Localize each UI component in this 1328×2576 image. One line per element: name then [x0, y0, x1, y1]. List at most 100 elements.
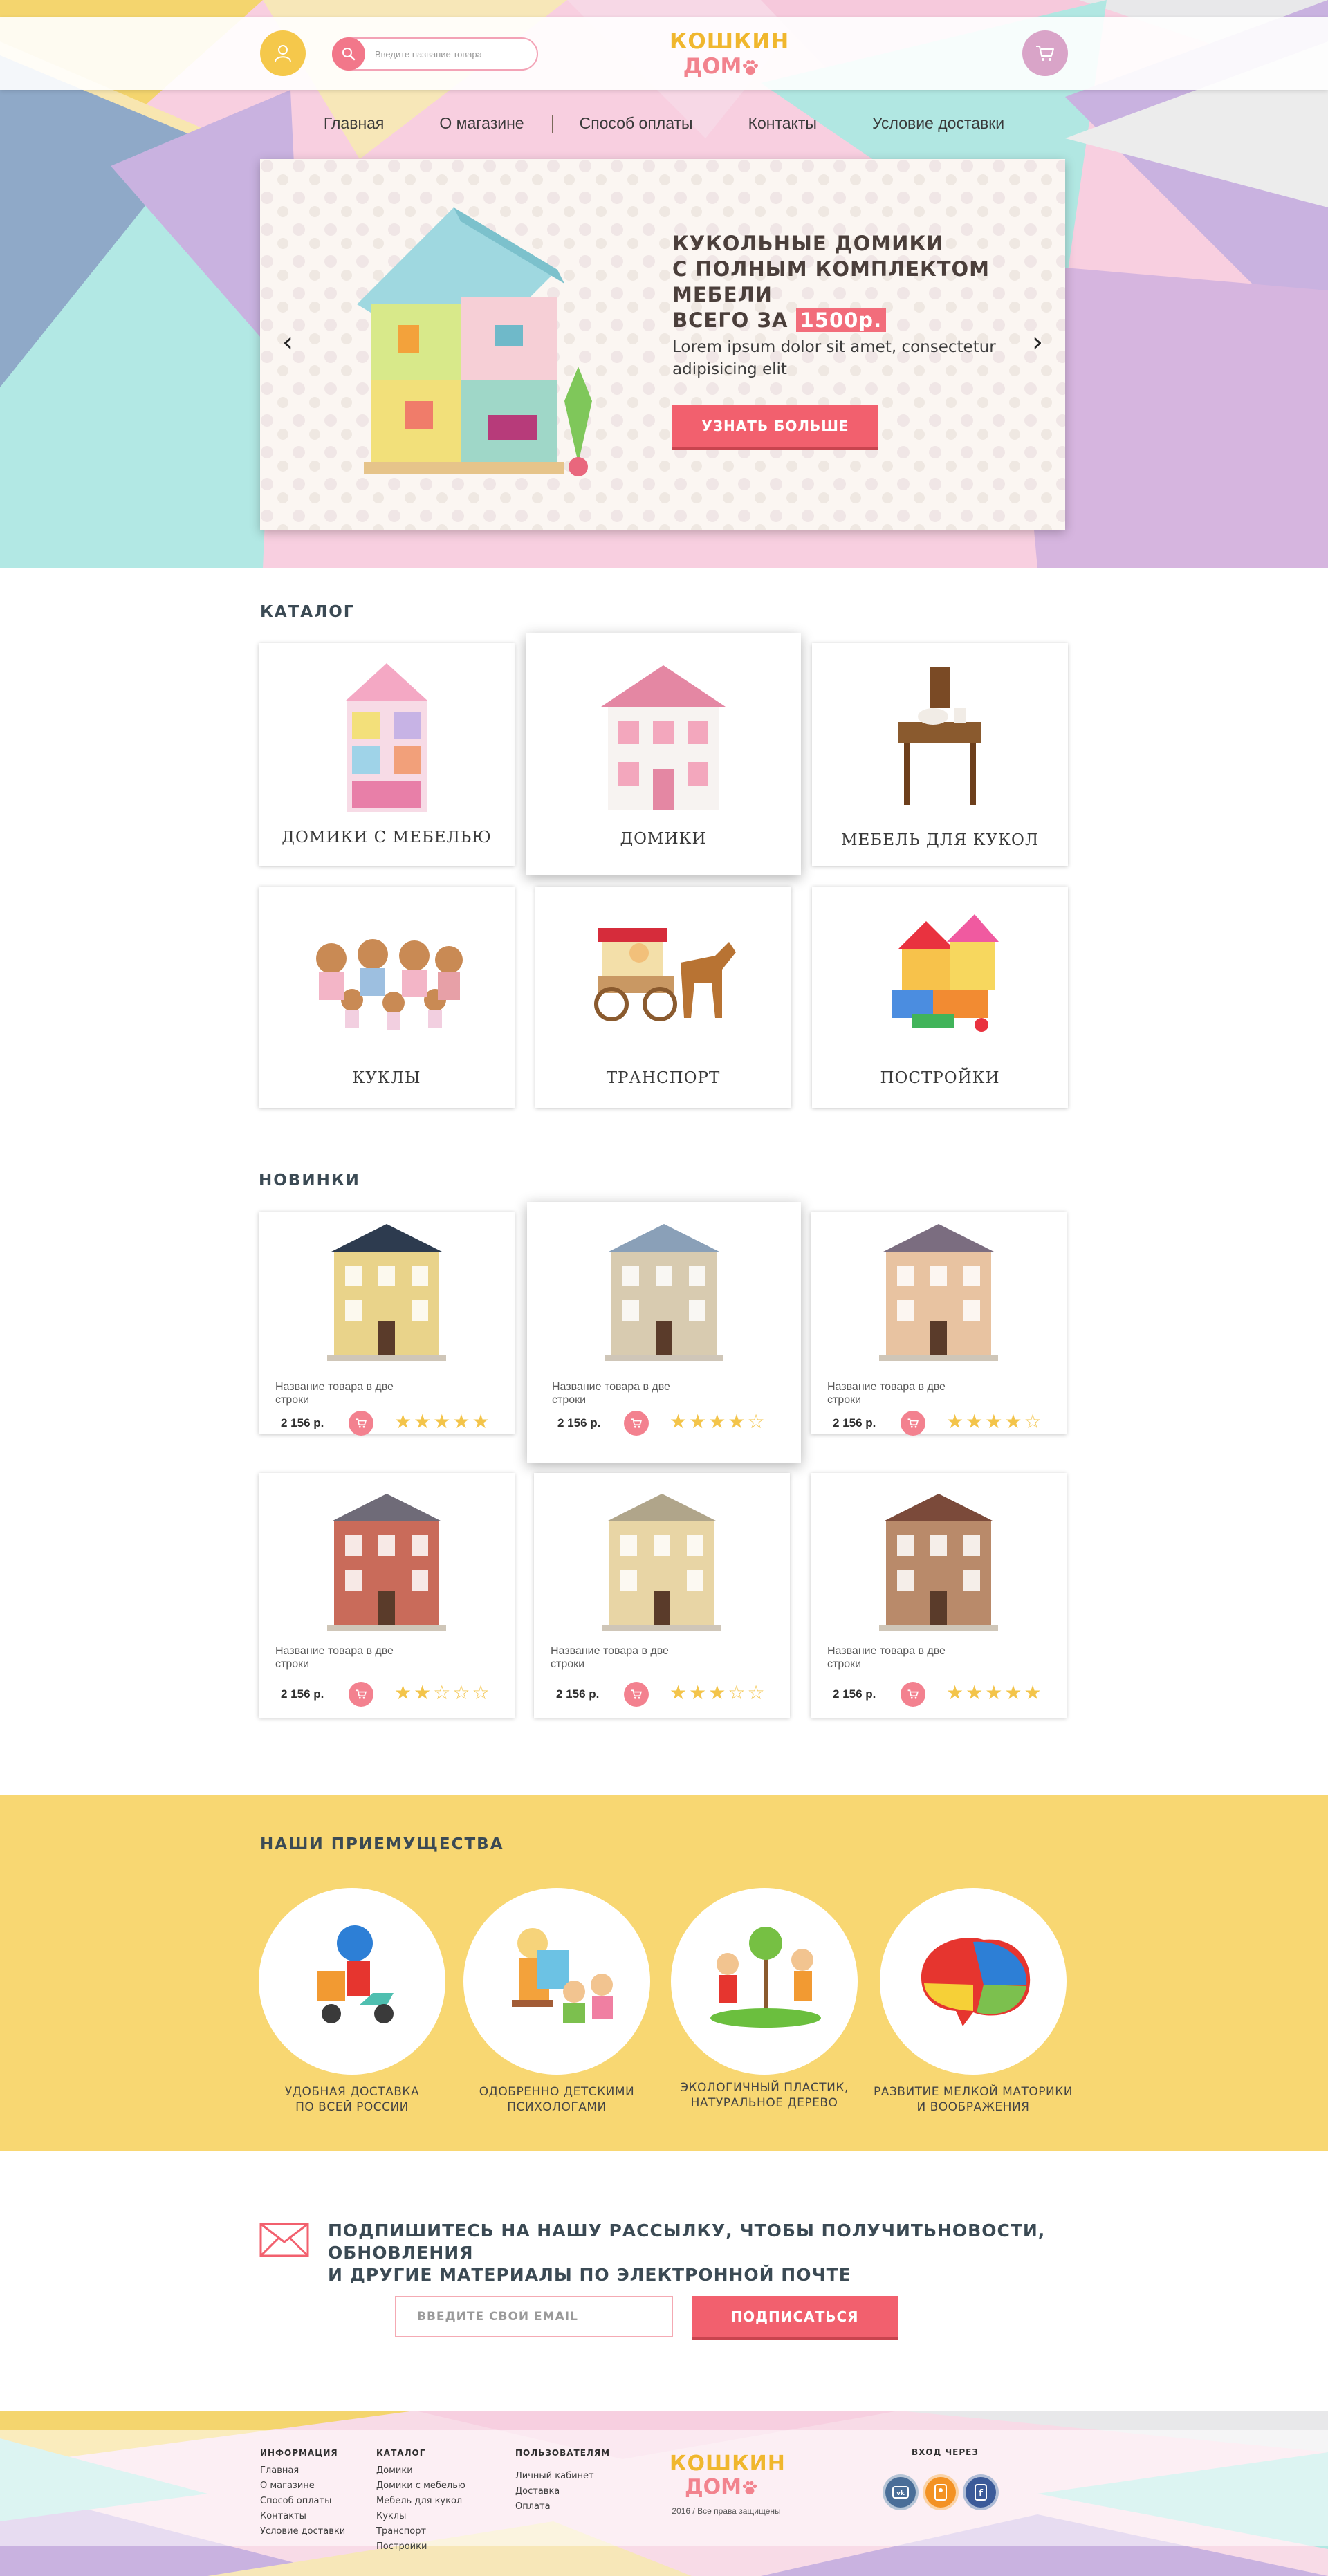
nav-contacts[interactable]: Контакты: [720, 114, 845, 133]
add-to-cart-button[interactable]: [349, 1682, 374, 1707]
cart-button[interactable]: [1022, 30, 1068, 76]
nav-delivery[interactable]: Условие доставки: [844, 114, 1032, 133]
star-filled-icon[interactable]: ★: [708, 1412, 726, 1431]
site-logo[interactable]: КОШКИН ДОМ: [670, 29, 790, 82]
catalog-card-houses[interactable]: ДОМИКИ: [526, 633, 801, 875]
star-filled-icon[interactable]: ★: [985, 1683, 1002, 1703]
nav-about[interactable]: О магазине: [412, 114, 551, 133]
product-name[interactable]: Название товара в две строки: [827, 1380, 966, 1407]
star-empty-icon[interactable]: ☆: [747, 1683, 764, 1703]
star-filled-icon[interactable]: ★: [708, 1683, 726, 1703]
footer-link[interactable]: О магазине: [260, 2478, 345, 2494]
star-filled-icon[interactable]: ★: [433, 1412, 450, 1431]
vk-login-button[interactable]: vk: [883, 2474, 919, 2510]
product-price: 2 156 р.: [833, 1416, 876, 1429]
footer-link[interactable]: Мебель для кукол: [376, 2494, 465, 2509]
adv-label: ОДОБРЕННО ДЕТСКИМИ ПСИХОЛОГАМИ: [453, 2084, 661, 2115]
product-name[interactable]: Название товара в две строки: [275, 1380, 414, 1407]
add-to-cart-button[interactable]: [624, 1411, 649, 1436]
product-card[interactable]: Название товара в две строки 2 156 р. ★ ★ ★ ★…: [811, 1473, 1067, 1718]
footer-link[interactable]: Главная: [260, 2463, 345, 2478]
learn-more-button[interactable]: УЗНАТЬ БОЛЬШЕ: [672, 405, 878, 447]
logo-line1: КОШКИН: [670, 29, 790, 54]
footer-link[interactable]: Постройки: [376, 2539, 465, 2555]
product-name[interactable]: Название товара в две строки: [551, 1644, 689, 1671]
star-filled-icon[interactable]: ★: [985, 1412, 1002, 1431]
search-button[interactable]: [332, 37, 365, 71]
ok-login-button[interactable]: [923, 2474, 959, 2510]
product-card[interactable]: Название товара в две строки 2 156 р. ★ ★ ★ ☆…: [534, 1473, 790, 1718]
star-empty-icon[interactable]: ☆: [452, 1683, 470, 1703]
nav-home[interactable]: Главная: [296, 114, 412, 133]
user-account-button[interactable]: [260, 30, 306, 76]
star-empty-icon[interactable]: ☆: [472, 1683, 489, 1703]
star-filled-icon[interactable]: ★: [414, 1683, 431, 1703]
footer-link[interactable]: Контакты: [260, 2509, 345, 2524]
footer-link[interactable]: Условие доставки: [260, 2524, 345, 2539]
product-card[interactable]: Название товара в две строки 2 156 р. ★ ★ ☆ ☆…: [259, 1473, 515, 1718]
add-to-cart-button[interactable]: [624, 1682, 649, 1707]
product-rating: ★ ★ ★ ★ ☆: [670, 1412, 765, 1431]
hero-slider: ‹ › КУКОЛЬНЫЕ ДОМИКИ С ПОЛНЫМ КОМПЛЕКТОМ…: [260, 159, 1065, 530]
footer-link[interactable]: Куклы: [376, 2509, 465, 2524]
footer-link[interactable]: Доставка: [515, 2484, 610, 2499]
product-name[interactable]: Название товара в две строки: [275, 1644, 414, 1671]
add-to-cart-button[interactable]: [901, 1411, 925, 1436]
nav-payment[interactable]: Способ оплаты: [551, 114, 721, 133]
star-empty-icon[interactable]: ☆: [728, 1683, 745, 1703]
star-filled-icon[interactable]: ★: [394, 1412, 412, 1431]
star-filled-icon[interactable]: ★: [966, 1412, 983, 1431]
catalog-card-buildings[interactable]: ПОСТРОЙКИ: [812, 887, 1068, 1108]
footer-link[interactable]: Способ оплаты: [260, 2494, 345, 2509]
footer-link[interactable]: Транспорт: [376, 2524, 465, 2539]
catalog-card-furnished-houses[interactable]: ДОМИКИ С МЕБЕЛЬЮ: [259, 643, 515, 866]
star-empty-icon[interactable]: ☆: [747, 1412, 764, 1431]
star-filled-icon[interactable]: ★: [946, 1412, 963, 1431]
star-filled-icon[interactable]: ★: [946, 1683, 963, 1703]
star-filled-icon[interactable]: ★: [689, 1412, 706, 1431]
chevron-left-icon: ‹: [282, 326, 293, 358]
add-to-cart-button[interactable]: [349, 1411, 374, 1436]
star-filled-icon[interactable]: ★: [472, 1412, 489, 1431]
product-card[interactable]: Название товара в две строки 2 156 р. ★ ★ ★ ★…: [259, 1212, 515, 1436]
footer-logo[interactable]: КОШКИН ДОМ: [670, 2452, 785, 2499]
adv-label-line2: НАТУРАЛЬНОЕ ДЕРЕВО: [690, 2096, 838, 2110]
star-filled-icon[interactable]: ★: [394, 1683, 412, 1703]
footer-link[interactable]: Домики: [376, 2463, 465, 2478]
footer-info-title: ИНФОРМАЦИЯ: [260, 2448, 338, 2458]
star-filled-icon[interactable]: ★: [414, 1412, 431, 1431]
facebook-login-button[interactable]: f: [963, 2474, 999, 2510]
star-empty-icon[interactable]: ☆: [433, 1683, 450, 1703]
email-input[interactable]: [395, 2296, 673, 2337]
product-name[interactable]: Название товара в две строки: [552, 1380, 690, 1407]
star-filled-icon[interactable]: ★: [966, 1683, 983, 1703]
transport-image: [594, 928, 736, 1021]
product-name[interactable]: Название товара в две строки: [827, 1644, 966, 1671]
star-filled-icon[interactable]: ★: [452, 1412, 470, 1431]
catalog-card-doll-furniture[interactable]: МЕБЕЛЬ ДЛЯ КУКОЛ: [812, 643, 1068, 866]
cart-icon: [631, 1689, 643, 1699]
footer-link[interactable]: Оплата: [515, 2499, 610, 2514]
subscribe-button[interactable]: ПОДПИСАТЬСЯ: [692, 2296, 898, 2337]
footer-link[interactable]: Домики с мебелью: [376, 2478, 465, 2494]
product-card[interactable]: Название товара в две строки 2 156 р. ★ ★ ★ ★…: [811, 1212, 1067, 1436]
footer-link[interactable]: Личный кабинет: [515, 2469, 610, 2484]
star-filled-icon[interactable]: ★: [728, 1412, 745, 1431]
star-filled-icon[interactable]: ★: [1024, 1683, 1041, 1703]
catalog-card-transport[interactable]: ТРАНСПОРТ: [535, 887, 791, 1108]
search-input[interactable]: [375, 46, 527, 62]
slider-prev-button[interactable]: ‹: [274, 325, 302, 360]
star-filled-icon[interactable]: ★: [1004, 1412, 1022, 1431]
catalog-card-dolls[interactable]: КУКЛЫ: [259, 887, 515, 1108]
search-bar: [332, 37, 538, 71]
star-filled-icon[interactable]: ★: [689, 1683, 706, 1703]
add-to-cart-button[interactable]: [901, 1682, 925, 1707]
product-card[interactable]: Название товара в две строки 2 156 р. ★ ★ ★ ★…: [527, 1202, 801, 1463]
star-empty-icon[interactable]: ☆: [1024, 1412, 1041, 1431]
star-filled-icon[interactable]: ★: [670, 1412, 687, 1431]
adv-label-line1: РАЗВИТИЕ МЕЛКОЙ МАТОРИКИ: [874, 2085, 1073, 2099]
star-filled-icon[interactable]: ★: [670, 1683, 687, 1703]
adv-label-line1: ОДОБРЕННО ДЕТСКИМИ: [479, 2085, 635, 2099]
star-filled-icon[interactable]: ★: [1004, 1683, 1022, 1703]
delivery-scooter-icon: [317, 1925, 394, 2023]
